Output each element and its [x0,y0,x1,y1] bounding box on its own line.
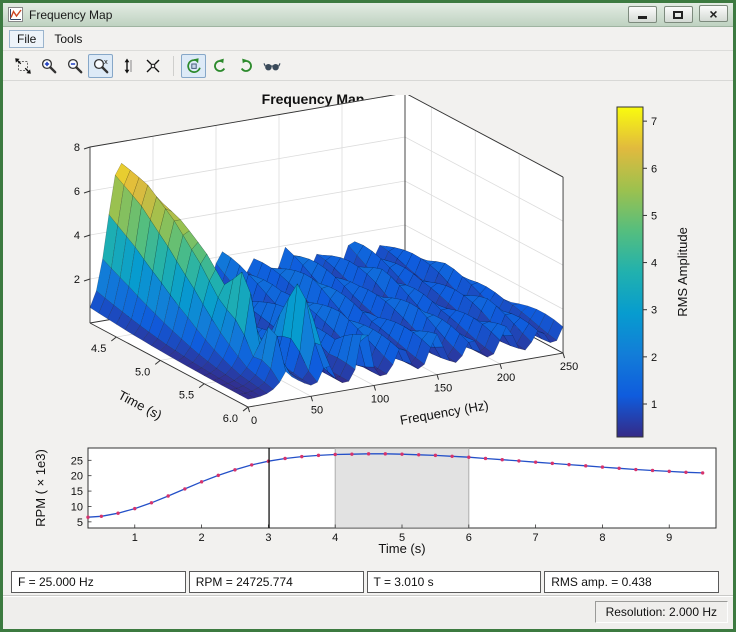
menu-file[interactable]: File [9,29,45,48]
svg-text:5: 5 [651,210,657,222]
svg-text:0: 0 [251,415,257,427]
rotate-clockwise-button[interactable] [233,54,258,78]
svg-text:3: 3 [651,305,657,317]
svg-text:7: 7 [533,532,539,544]
restore-view-icon [146,59,159,72]
svg-text:5.5: 5.5 [179,390,194,402]
stereo-view-icon [262,62,281,70]
zoom-y-icon [124,58,131,73]
svg-text:4: 4 [651,258,657,270]
svg-text:RMS Amplitude: RMS Amplitude [675,227,690,317]
svg-text:2: 2 [651,352,657,364]
svg-text:200: 200 [497,372,515,384]
zoom-in-icon [41,58,56,73]
rotate-clockwise-icon [240,58,252,72]
minimize-icon [638,15,648,19]
svg-text:3: 3 [265,532,271,544]
svg-text:20: 20 [71,471,83,483]
readout-frequency: F = 25.000 Hz [11,571,186,593]
svg-text:2: 2 [74,274,80,286]
restore-view-button[interactable] [140,54,165,78]
stereo-view-button[interactable] [259,54,284,78]
svg-text:4: 4 [332,532,338,544]
svg-text:150: 150 [434,383,452,395]
svg-text:Time (s): Time (s) [116,387,165,422]
expand-axes-button[interactable] [10,54,35,78]
svg-text:6: 6 [651,163,657,175]
titlebar: Frequency Map × [3,3,733,27]
svg-text:1: 1 [651,399,657,411]
app-window: Frequency Map × File Tools x Frequency M… [0,0,736,632]
svg-text:6: 6 [74,186,80,198]
figure-area: Frequency Map 0 50 100 150 200 250 4.5 5.0 5.5 6.… [3,81,733,569]
zoom-y-button[interactable] [114,54,139,78]
surface-plot-canvas[interactable]: 0 50 100 150 200 250 4.5 5.0 5.5 6.0 2 4 6 8 Frequency… [3,95,623,445]
svg-text:10: 10 [71,501,83,513]
rotate-3d-button[interactable] [181,53,206,78]
colorbar: 1 2 3 4 5 6 7 RMS Amplitude [616,106,690,438]
colorbar-gradient [616,106,644,438]
rotate-counterclockwise-button[interactable] [207,54,232,78]
zoom-in-button[interactable] [36,54,61,78]
svg-text:8: 8 [74,142,80,154]
svg-text:25: 25 [71,455,83,467]
svg-text:8: 8 [599,532,605,544]
readout-row: F = 25.000 Hz RPM = 24725.774 T = 3.010 … [3,569,733,595]
svg-text:7: 7 [651,116,657,128]
zoom-out-icon [67,58,82,73]
window-title: Frequency Map [29,7,113,22]
menu-tools[interactable]: Tools [46,30,90,48]
svg-text:9: 9 [666,532,672,544]
toolbar: x [3,51,733,81]
svg-text:15: 15 [71,486,83,498]
toolbar-separator [173,55,174,76]
zoom-x-icon: x [93,57,108,73]
readout-rms: RMS amp. = 0.438 [544,571,719,593]
expand-axes-icon [14,57,31,74]
svg-text:RPM ( × 1e3): RPM ( × 1e3) [33,449,48,527]
svg-text:100: 100 [371,393,389,405]
rpm-plot-canvas[interactable]: 1 2 3 4 5 6 7 8 9510152025Time (s)RPM ( × 1e3) [3,441,733,567]
zoom-out-button[interactable] [62,54,87,78]
rotate-counterclockwise-icon [213,58,225,72]
svg-text:4.5: 4.5 [91,343,106,355]
readout-rpm: RPM = 24725.774 [188,571,364,593]
svg-text:1: 1 [132,532,138,544]
zoom-x-button[interactable]: x [88,53,113,78]
readout-time: T = 3.010 s [366,571,542,593]
close-button[interactable]: × [699,5,728,23]
svg-text:2: 2 [199,532,205,544]
svg-text:250: 250 [560,361,578,373]
maximize-icon [673,10,684,19]
status-strip: Resolution: 2.000 Hz [3,595,733,629]
close-icon: × [709,5,718,22]
selection-window[interactable] [334,448,470,528]
minimize-button[interactable] [628,5,658,23]
svg-text:5.0: 5.0 [135,366,150,378]
window-controls: × [626,5,728,24]
svg-text:5: 5 [77,517,83,529]
svg-text:x: x [104,57,108,66]
svg-text:Frequency (Hz): Frequency (Hz) [399,397,490,427]
svg-text:Time (s): Time (s) [378,541,425,556]
menubar: File Tools [3,27,733,51]
maximize-button[interactable] [663,6,693,24]
resolution-indicator: Resolution: 2.000 Hz [594,601,728,623]
rotate-3d-icon [186,57,201,73]
svg-text:50: 50 [311,404,323,416]
svg-text:6: 6 [466,532,472,544]
svg-text:4: 4 [74,230,80,242]
window-icon [8,7,23,22]
svg-text:6.0: 6.0 [223,413,238,425]
